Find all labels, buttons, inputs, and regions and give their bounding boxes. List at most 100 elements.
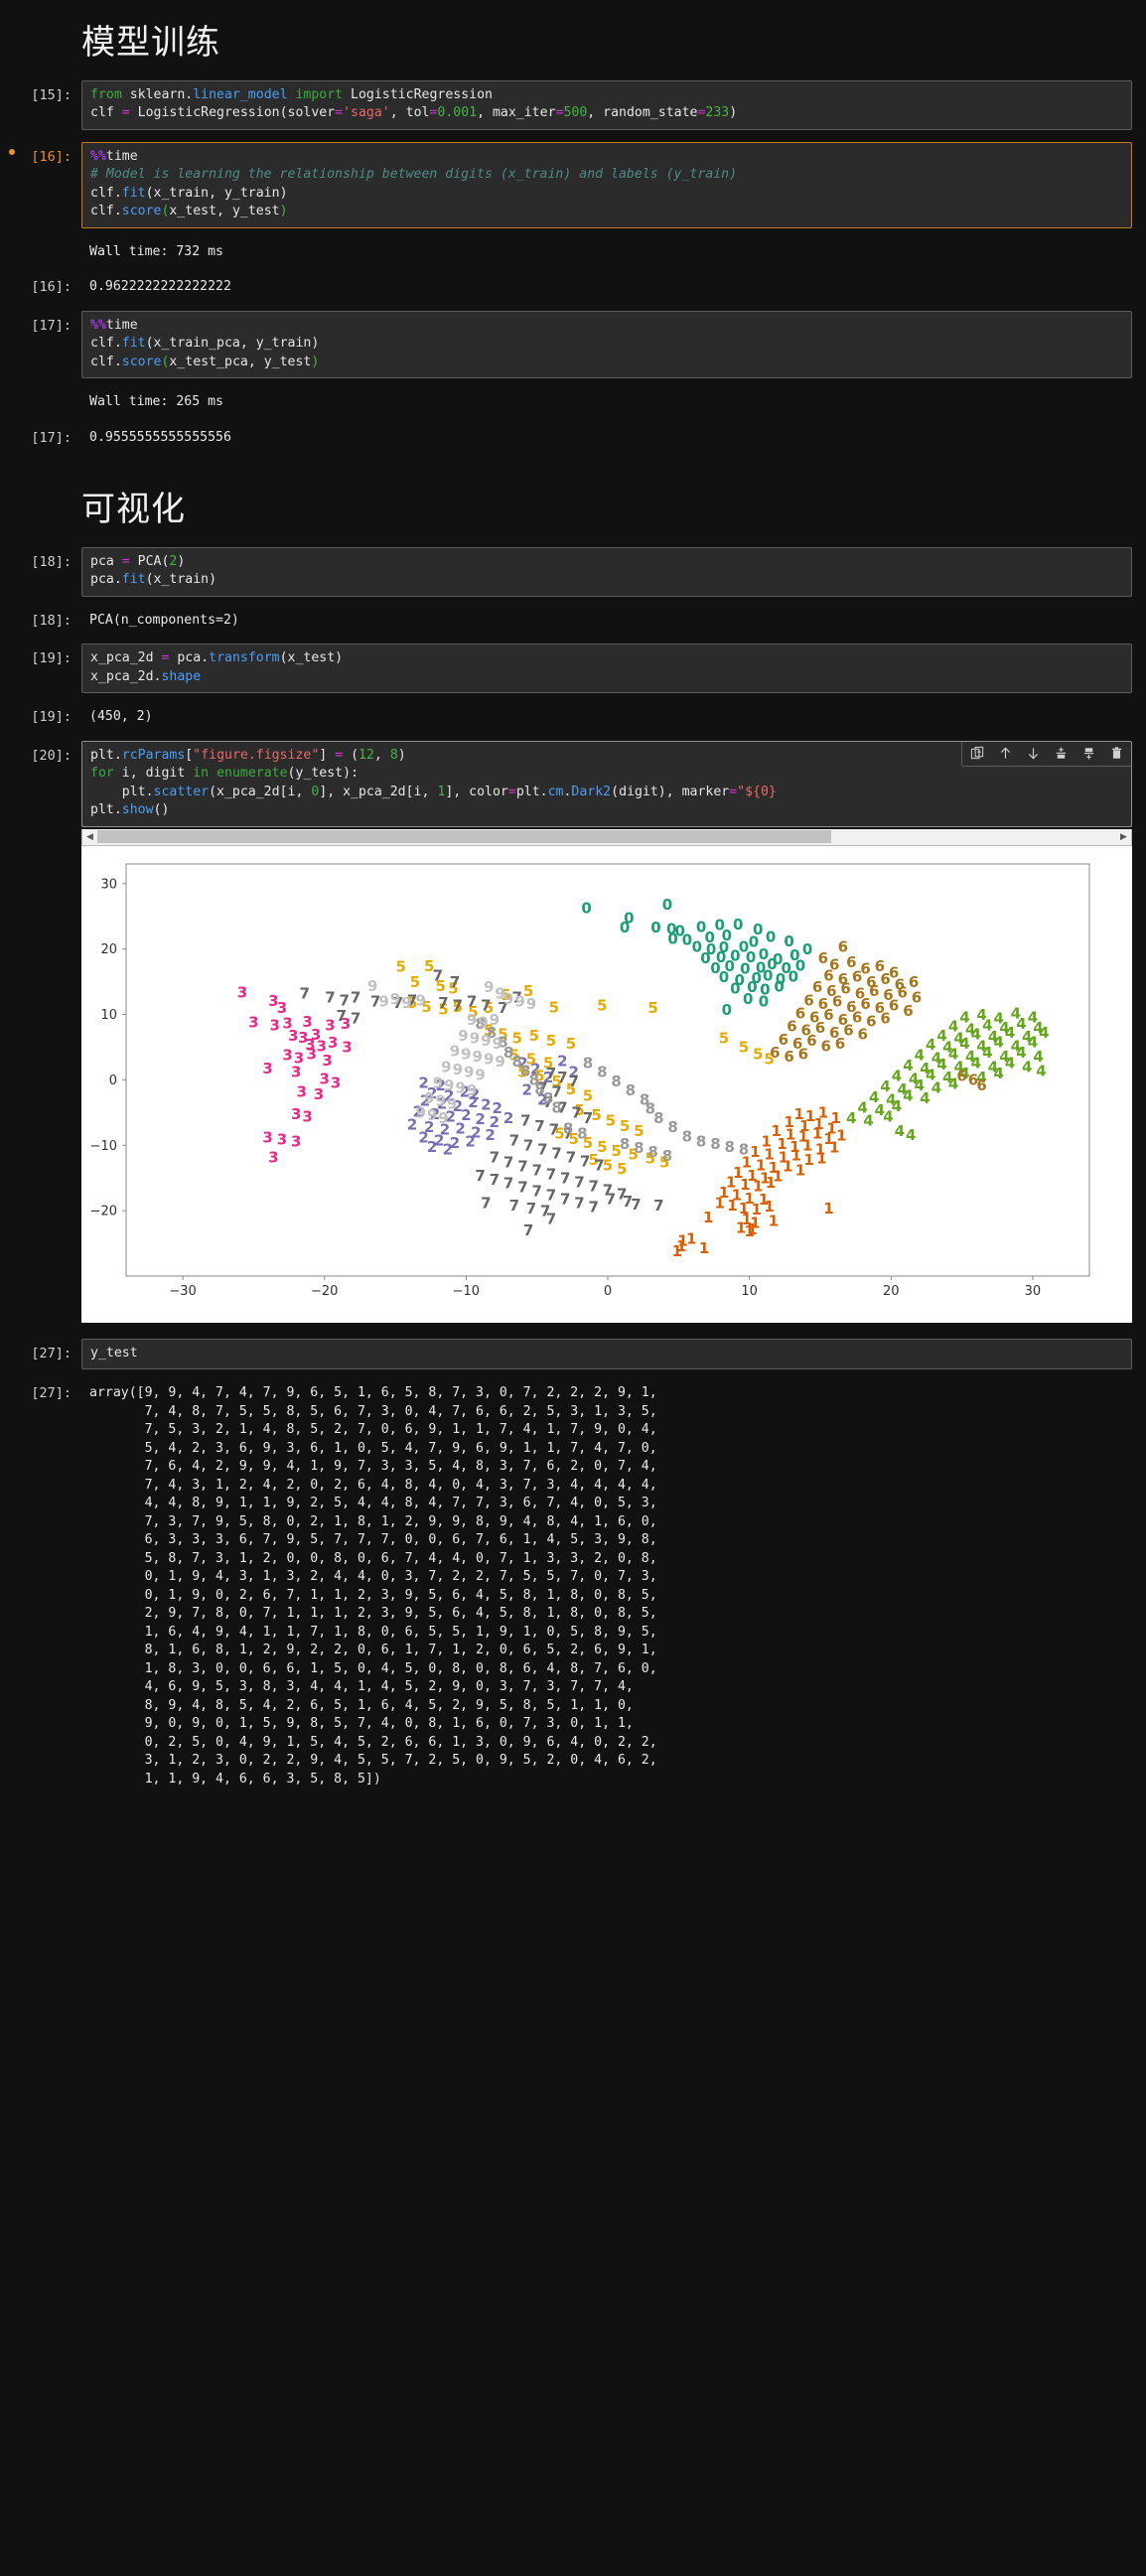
input-prompt-20: [20]: <box>31 747 72 764</box>
svg-text:9: 9 <box>495 1053 504 1071</box>
insert-cell-above-icon[interactable] <box>1048 742 1074 764</box>
jupyter-notebook: 模型训练 [15]: from sklearn.linear_model imp… <box>0 0 1146 1814</box>
svg-text:3: 3 <box>288 1026 298 1044</box>
svg-text:3: 3 <box>325 1016 335 1034</box>
svg-text:−10: −10 <box>90 1138 117 1153</box>
insert-cell-below-icon[interactable] <box>1075 742 1101 764</box>
svg-text:0: 0 <box>774 977 784 995</box>
svg-text:3: 3 <box>302 1107 312 1125</box>
duplicate-cell-icon[interactable] <box>964 742 990 764</box>
svg-text:4: 4 <box>863 1111 873 1129</box>
svg-text:9: 9 <box>415 991 425 1009</box>
input-prompt-17: [17]: <box>31 317 72 334</box>
svg-text:5: 5 <box>549 998 559 1016</box>
svg-text:8: 8 <box>597 1063 607 1080</box>
code-cell-27[interactable]: [27]: y_test <box>0 1323 1146 1376</box>
svg-text:1: 1 <box>714 1194 724 1212</box>
scroll-left-arrow-icon[interactable]: ◀ <box>82 829 97 844</box>
svg-text:3: 3 <box>314 1085 324 1103</box>
delete-cell-icon[interactable] <box>1103 742 1129 764</box>
svg-text:4: 4 <box>1036 1062 1046 1079</box>
svg-text:5: 5 <box>620 1116 630 1134</box>
section-title-visualization: 可视化 <box>81 490 186 529</box>
code-editor-18[interactable]: pca = PCA(2) pca.fit(x_train) <box>81 546 1132 597</box>
svg-text:30: 30 <box>1025 1284 1042 1299</box>
svg-text:7: 7 <box>551 1144 561 1162</box>
markdown-heading-training[interactable]: 模型训练 <box>0 0 1146 74</box>
markdown-heading-visualization[interactable]: 可视化 <box>0 455 1146 541</box>
code-cell-19[interactable]: [19]: x_pca_2d = pca.transform(x_test) x… <box>0 638 1146 699</box>
page-title: 模型训练 <box>81 23 220 63</box>
stream-prompt-17 <box>0 390 81 394</box>
code-text-19: x_pca_2d = pca.transform(x_test) x_pca_2… <box>90 650 344 684</box>
svg-text:8: 8 <box>724 1137 734 1155</box>
svg-text:1: 1 <box>795 1161 805 1179</box>
svg-text:1: 1 <box>703 1208 713 1225</box>
svg-text:2: 2 <box>503 1108 513 1126</box>
svg-text:0: 0 <box>802 939 812 957</box>
svg-text:7: 7 <box>300 984 310 1002</box>
code-cell-16[interactable]: [16]: %%time # Model is learning the rel… <box>0 136 1146 234</box>
svg-text:3: 3 <box>237 983 247 1001</box>
svg-text:3: 3 <box>328 1034 338 1052</box>
scroll-right-arrow-icon[interactable]: ▶ <box>1116 829 1131 844</box>
scrollbar-track[interactable] <box>97 830 1116 843</box>
figure-output-20: −30 −20 −10 0 10 20 30 −20 −10 0 10 20 30 0000000000… <box>81 845 1132 1323</box>
svg-text:5: 5 <box>597 996 607 1014</box>
move-cell-down-icon[interactable] <box>1020 742 1046 764</box>
svg-text:3: 3 <box>282 1046 292 1064</box>
output-area-27: array([9, 9, 4, 7, 4, 7, 9, 6, 5, 1, 6, … <box>81 1381 1132 1790</box>
svg-text:7: 7 <box>490 1170 500 1188</box>
code-editor-27[interactable]: y_test <box>81 1338 1132 1369</box>
stream-text-17: Wall time: 265 ms <box>89 394 223 409</box>
svg-text:9: 9 <box>490 1011 500 1029</box>
cell-toolbar[interactable] <box>961 741 1131 767</box>
svg-text:6: 6 <box>903 1001 913 1019</box>
svg-text:9: 9 <box>467 1081 477 1099</box>
output-text-16: 0.9622222222222222 <box>89 279 231 294</box>
code-horizontal-scrollbar[interactable]: ◀ ▶ <box>81 828 1132 846</box>
svg-text:7: 7 <box>560 1169 570 1187</box>
svg-text:8: 8 <box>577 1124 587 1142</box>
scrollbar-thumb[interactable] <box>97 830 831 843</box>
svg-text:3: 3 <box>322 1051 332 1069</box>
svg-text:7: 7 <box>517 1157 527 1175</box>
svg-text:7: 7 <box>566 1148 576 1166</box>
code-cell-20[interactable]: [20]: plt.rcParams["figure.figsize"] = (… <box>0 735 1146 827</box>
stream-area-16: Wall time: 732 ms <box>81 240 1132 264</box>
code-editor-15[interactable]: from sklearn.linear_model import Logisti… <box>81 79 1132 130</box>
code-editor-17[interactable]: %%time clf.fit(x_train_pca, y_train) clf… <box>81 310 1132 378</box>
output-text-27: array([9, 9, 4, 7, 4, 7, 9, 6, 5, 1, 6, … <box>89 1385 657 1787</box>
svg-text:7: 7 <box>594 1156 604 1174</box>
move-cell-up-icon[interactable] <box>992 742 1018 764</box>
svg-text:7: 7 <box>534 1116 544 1134</box>
output-prompt-19: [19]: <box>31 709 72 725</box>
svg-text:0: 0 <box>650 919 660 936</box>
code-editor-19[interactable]: x_pca_2d = pca.transform(x_test) x_pca_2… <box>81 644 1132 693</box>
code-cell-18[interactable]: [18]: pca = PCA(2) pca.fit(x_train) <box>0 541 1146 603</box>
svg-text:7: 7 <box>569 1072 579 1089</box>
svg-text:9: 9 <box>514 992 524 1010</box>
code-cell-17[interactable]: [17]: %%time clf.fit(x_train_pca, y_trai… <box>0 305 1146 385</box>
svg-text:−10: −10 <box>453 1284 480 1299</box>
svg-text:9: 9 <box>415 1103 425 1121</box>
code-editor-20[interactable]: plt.rcParams["figure.figsize"] = (12, 8)… <box>81 740 1132 827</box>
svg-text:3: 3 <box>268 1148 278 1166</box>
svg-text:2: 2 <box>443 1140 453 1158</box>
output-area-19: (450, 2) <box>81 705 1132 729</box>
svg-text:8: 8 <box>667 1118 677 1136</box>
svg-text:5: 5 <box>647 999 657 1017</box>
code-cell-15[interactable]: [15]: from sklearn.linear_model import L… <box>0 74 1146 136</box>
svg-text:4: 4 <box>931 1078 941 1096</box>
svg-text:7: 7 <box>531 1161 541 1179</box>
svg-text:5: 5 <box>753 1045 763 1063</box>
svg-text:6: 6 <box>852 967 862 985</box>
output-text-18: PCA(n_components=2) <box>89 612 239 628</box>
svg-text:3: 3 <box>291 1132 301 1150</box>
svg-text:7: 7 <box>589 1177 599 1195</box>
result-output-18: [18]: PCA(n_components=2) <box>0 603 1146 639</box>
svg-text:6: 6 <box>784 1047 793 1065</box>
code-editor-16[interactable]: %%time # Model is learning the relations… <box>81 141 1132 228</box>
svg-text:6: 6 <box>818 949 828 967</box>
code-text-27: y_test <box>90 1345 138 1360</box>
